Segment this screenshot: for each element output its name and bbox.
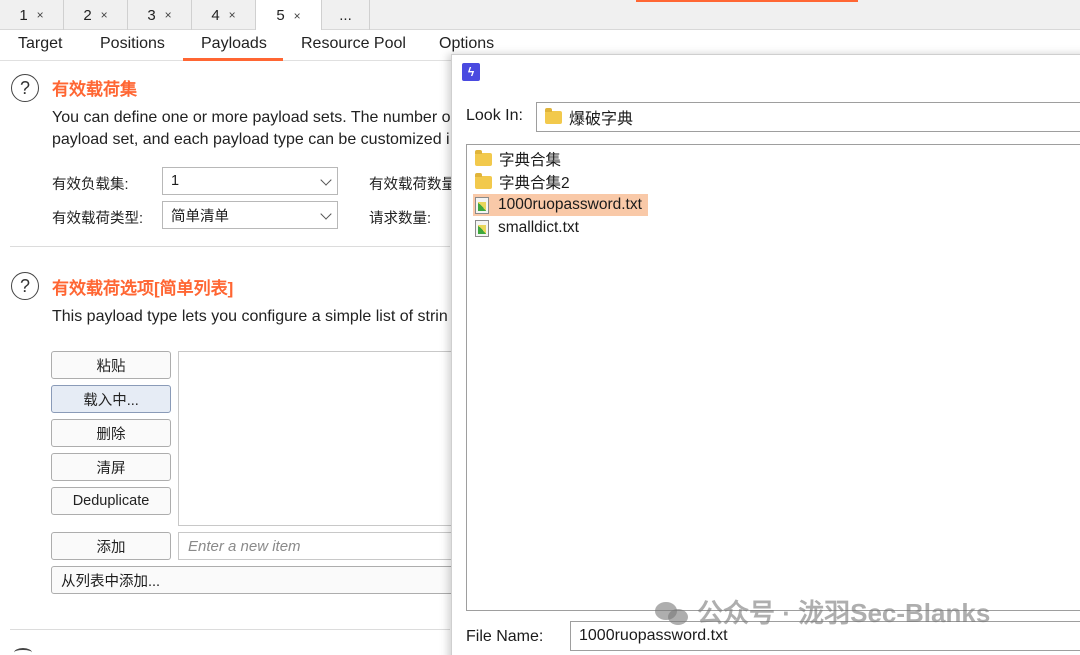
list-item[interactable]: smalldict.txt — [473, 217, 585, 239]
help-icon[interactable] — [14, 648, 32, 655]
file-name-label: File Name: — [466, 628, 544, 645]
tab-positions[interactable]: Positions — [100, 35, 165, 53]
add-button[interactable]: 添加 — [51, 532, 171, 560]
load-button[interactable]: 载入中... — [51, 385, 171, 413]
file-name: smalldict.txt — [498, 219, 579, 236]
wechat-icon — [655, 600, 689, 626]
text-file-icon — [475, 196, 489, 214]
payload-sets-desc-2: payload set, and each payload type can b… — [52, 131, 450, 148]
payload-count-label: 有效载荷数量 — [369, 177, 456, 193]
file-name: 字典合集 — [499, 152, 562, 169]
list-item[interactable]: 字典合集 — [473, 148, 567, 170]
folder-icon — [475, 149, 492, 166]
tab-payloads[interactable]: Payloads — [201, 35, 267, 53]
look-in-label: Look In: — [466, 107, 523, 124]
request-tab-5[interactable]: 5 × — [256, 0, 322, 31]
burp-app-icon: ϟ — [462, 63, 480, 81]
file-name: 字典合集2 — [499, 175, 570, 192]
file-open-dialog: ϟ Look In: 爆破字典 字典合集 字典合集2 1000ruopasswo… — [451, 54, 1080, 655]
payload-list[interactable] — [178, 351, 468, 526]
file-name: 1000ruopassword.txt — [498, 196, 642, 213]
payload-type-label: 有效载荷类型: — [52, 211, 144, 227]
deduplicate-button[interactable]: Deduplicate — [51, 487, 171, 515]
add-from-list-select[interactable]: 从列表中添加... — [51, 566, 468, 594]
look-in-value: 爆破字典 — [569, 111, 634, 128]
payload-set-label: 有效负载集: — [52, 177, 129, 193]
payload-options-title: 有效载荷选项[简单列表] — [52, 279, 234, 298]
payload-sets-desc-1: You can define one or more payload sets.… — [52, 109, 451, 126]
remove-button[interactable]: 删除 — [51, 419, 171, 447]
tab-resource-pool[interactable]: Resource Pool — [301, 35, 406, 53]
list-item-selected[interactable]: 1000ruopassword.txt — [473, 194, 648, 216]
payload-options-desc: This payload type lets you configure a s… — [52, 308, 448, 325]
request-tab-1[interactable]: 1 × — [0, 0, 64, 30]
close-icon[interactable]: × — [294, 9, 301, 23]
look-in-select[interactable]: 爆破字典 — [536, 102, 1080, 132]
new-tab-button[interactable]: ... — [322, 0, 370, 30]
paste-button[interactable]: 粘贴 — [51, 351, 171, 379]
close-icon[interactable]: × — [165, 8, 172, 22]
payload-set-select[interactable]: 1 — [162, 167, 338, 195]
tab-label: 5 — [276, 7, 285, 24]
tab-options[interactable]: Options — [439, 35, 494, 53]
text-file-icon — [475, 219, 489, 237]
new-item-input[interactable]: Enter a new item — [178, 532, 468, 560]
request-tab-3[interactable]: 3 × — [128, 0, 192, 30]
request-tab-strip: 1 × 2 × 3 × 4 × 5 × ... — [0, 0, 1080, 31]
active-tab-indicator — [183, 58, 283, 61]
close-icon[interactable]: × — [229, 8, 236, 22]
help-icon[interactable]: ? — [11, 74, 39, 102]
request-tab-2[interactable]: 2 × — [64, 0, 128, 30]
file-list: 字典合集 字典合集2 1000ruopassword.txt smalldict… — [466, 144, 1080, 611]
tab-label: 3 — [147, 6, 156, 24]
help-icon[interactable]: ? — [11, 272, 39, 300]
close-icon[interactable]: × — [37, 8, 44, 22]
chevron-down-icon — [320, 174, 332, 186]
section-divider — [10, 629, 450, 630]
folder-icon — [545, 107, 562, 124]
request-tab-4[interactable]: 4 × — [192, 0, 256, 30]
chevron-down-icon — [320, 208, 332, 220]
tab-label: ... — [339, 6, 352, 24]
folder-icon — [475, 172, 492, 189]
payload-sets-title: 有效载荷集 — [52, 80, 137, 99]
payload-set-value: 1 — [171, 173, 180, 189]
close-icon[interactable]: × — [101, 8, 108, 22]
accent-line — [636, 0, 858, 2]
watermark: 公众号 · 泷羽Sec-Blanks — [655, 593, 990, 630]
tab-label: 2 — [83, 6, 92, 24]
payload-type-select[interactable]: 简单清单 — [162, 201, 338, 229]
section-divider — [10, 246, 450, 247]
tab-label: 1 — [19, 6, 28, 24]
watermark-text: 公众号 · 泷羽Sec-Blanks — [697, 598, 991, 628]
list-item[interactable]: 字典合集2 — [473, 171, 576, 193]
tab-label: 4 — [211, 6, 220, 24]
clear-button[interactable]: 清屏 — [51, 453, 171, 481]
tab-target[interactable]: Target — [18, 35, 62, 53]
request-count-label: 请求数量: — [369, 211, 432, 227]
payload-type-value: 简单清单 — [171, 208, 229, 225]
